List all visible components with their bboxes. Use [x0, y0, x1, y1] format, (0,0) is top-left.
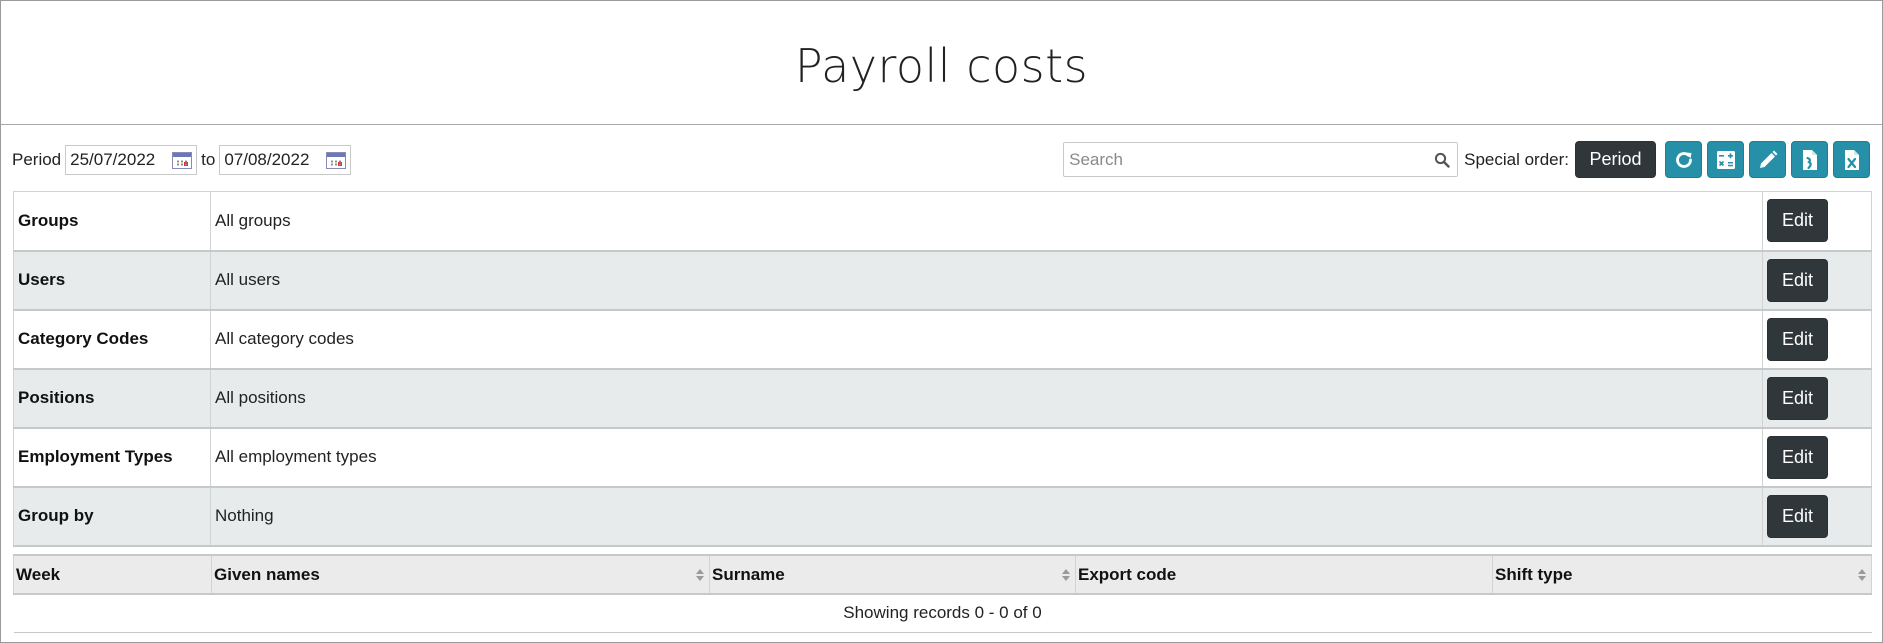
column-header-surname[interactable]: Surname: [709, 554, 1076, 595]
refresh-icon: [1675, 151, 1692, 168]
pencil-icon: [1759, 150, 1777, 168]
column-header-label: Surname: [712, 564, 785, 584]
column-header-label: Week: [16, 564, 61, 584]
filter-value: All category codes: [210, 309, 1763, 369]
search-box[interactable]: [1063, 142, 1459, 177]
sort-icon[interactable]: [696, 569, 704, 581]
filter-value: All positions: [210, 368, 1763, 428]
filter-row-category-codes: Category Codes All category codes Edit: [13, 309, 1872, 369]
excel-export-button[interactable]: [1833, 141, 1870, 178]
calendar-icon[interactable]: [172, 151, 193, 169]
date-to-field[interactable]: 07/08/2022: [219, 144, 352, 175]
filter-action-cell: Edit: [1762, 191, 1872, 251]
app-frame: Payroll costs Period 25/07/2022 to 07/08…: [0, 0, 1883, 643]
filter-action-cell: Edit: [1762, 486, 1872, 546]
filter-row-groups: Groups All groups Edit: [13, 191, 1872, 251]
refresh-button[interactable]: [1665, 141, 1702, 178]
edit-category-codes-button[interactable]: Edit: [1767, 317, 1828, 361]
toolbar: Period 25/07/2022 to 07/08/2022 Special …: [12, 141, 1870, 178]
filter-value: All employment types: [210, 427, 1763, 487]
period-label: Period: [12, 149, 62, 169]
period-button[interactable]: Period: [1575, 141, 1656, 178]
column-header-label: Given names: [214, 564, 320, 584]
filter-name: Positions: [13, 368, 211, 428]
sort-icon[interactable]: [1062, 569, 1070, 581]
results-table: Week Given names Surname Export code Shi…: [13, 554, 1872, 633]
column-header-export-code[interactable]: Export code: [1075, 554, 1493, 595]
column-header-week[interactable]: Week: [13, 554, 212, 595]
excel-file-icon: [1844, 149, 1859, 170]
calendar-icon[interactable]: [326, 151, 347, 169]
date-from-field[interactable]: 25/07/2022: [65, 144, 198, 175]
column-header-label: Shift type: [1495, 564, 1573, 584]
table-header-row: Week Given names Surname Export code Shi…: [13, 554, 1872, 595]
filter-action-cell: Edit: [1762, 368, 1872, 428]
filter-row-employment-types: Employment Types All employment types Ed…: [13, 427, 1872, 487]
filter-value: All groups: [210, 191, 1763, 251]
calculator-button[interactable]: [1707, 141, 1744, 178]
calculator-icon: [1716, 150, 1735, 169]
edit-group-by-button[interactable]: Edit: [1767, 494, 1828, 538]
column-header-label: Export code: [1078, 564, 1177, 584]
page-title: Payroll costs: [794, 38, 1089, 93]
export-file-icon: [1802, 149, 1817, 170]
title-bar: Payroll costs: [1, 1, 1882, 125]
table-info-row: Showing records 0 - 0 of 0: [13, 594, 1872, 633]
filter-row-positions: Positions All positions Edit: [13, 368, 1872, 428]
filter-action-cell: Edit: [1762, 250, 1872, 310]
records-info: Showing records 0 - 0 of 0: [13, 594, 1872, 633]
date-from-value: 25/07/2022: [70, 149, 156, 169]
search-input[interactable]: [1064, 143, 1458, 176]
edit-employment-types-button[interactable]: Edit: [1767, 435, 1828, 479]
filter-name: Group by: [13, 486, 211, 546]
edit-groups-button[interactable]: Edit: [1767, 199, 1828, 243]
filter-action-cell: Edit: [1762, 427, 1872, 487]
sort-icon[interactable]: [1858, 569, 1866, 581]
column-header-shift-type[interactable]: Shift type: [1492, 554, 1872, 595]
special-order-label: Special order:: [1464, 149, 1569, 169]
edit-users-button[interactable]: Edit: [1767, 258, 1828, 302]
filter-value: All users: [210, 250, 1763, 310]
filter-name: Category Codes: [13, 309, 211, 369]
filter-name: Employment Types: [13, 427, 211, 487]
filter-name: Users: [13, 250, 211, 310]
filter-action-cell: Edit: [1762, 309, 1872, 369]
filter-value: Nothing: [210, 486, 1763, 546]
edit-positions-button[interactable]: Edit: [1767, 376, 1828, 420]
filter-row-group-by: Group by Nothing Edit: [13, 486, 1872, 546]
filters-table: Groups All groups Edit Users All users E…: [13, 191, 1872, 547]
to-label: to: [201, 149, 216, 169]
filter-row-users: Users All users Edit: [13, 250, 1872, 310]
column-header-given-names[interactable]: Given names: [211, 554, 710, 595]
edit-button[interactable]: [1749, 141, 1786, 178]
filter-name: Groups: [13, 191, 211, 251]
export-button[interactable]: [1791, 141, 1828, 178]
date-to-value: 07/08/2022: [224, 149, 310, 169]
search-icon[interactable]: [1434, 152, 1450, 168]
